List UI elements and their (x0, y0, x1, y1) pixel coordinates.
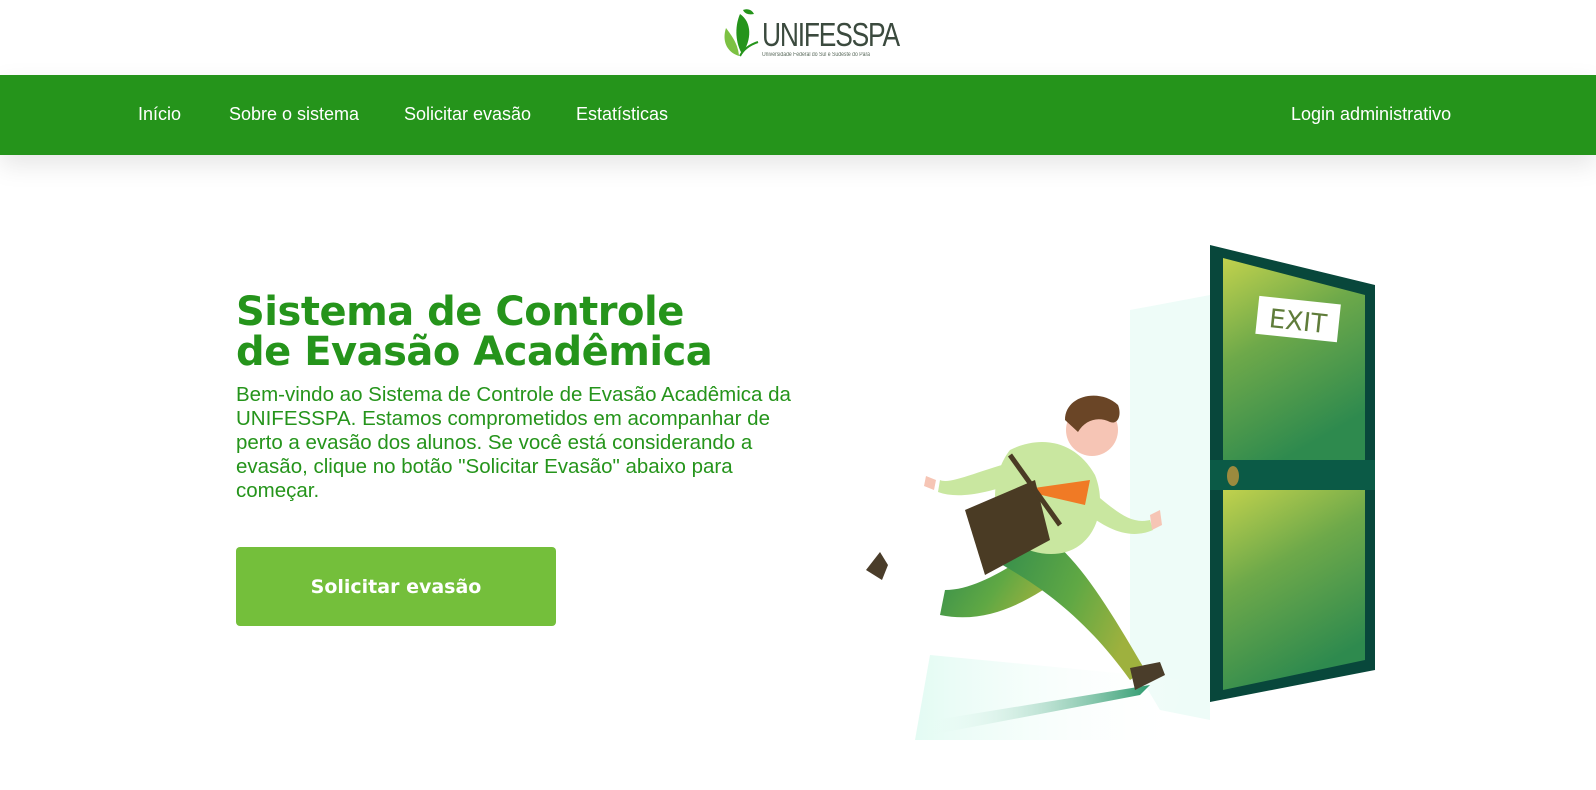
leaf-logo-icon (724, 9, 759, 57)
hero-description: Bem-vindo ao Sistema de Controle de Evas… (236, 383, 791, 502)
solicitar-evasao-button[interactable]: Solicitar evasão (236, 547, 556, 626)
nav-solicitar-evasao[interactable]: Solicitar evasão (404, 104, 531, 125)
unifesspa-logo[interactable]: UNIFESSPA Universidade Federal do Sul e … (718, 6, 900, 66)
nav-sobre-o-sistema[interactable]: Sobre o sistema (229, 104, 359, 125)
exit-sign-text: EXIT (1267, 304, 1328, 340)
page-title: Sistema de Controle de Evasão Acadêmica (236, 289, 713, 375)
nav-inicio[interactable]: Início (138, 104, 181, 125)
page-title-line-2: de Evasão Acadêmica (236, 329, 713, 375)
nav-estatisticas[interactable]: Estatísticas (576, 104, 668, 125)
page-title-line-1: Sistema de Controle (236, 289, 684, 335)
main-navbar: Início Sobre o sistema Solicitar evasão … (0, 75, 1596, 155)
site-header: UNIFESSPA Universidade Federal do Sul e … (0, 0, 1596, 75)
logo-subtitle: Universidade Federal do Sul e Sudeste do… (762, 52, 871, 58)
nav-login-administrativo[interactable]: Login administrativo (1291, 104, 1451, 125)
logo-wordmark: UNIFESSPA (762, 16, 900, 53)
person-running-exit-illustration: EXIT (866, 245, 1375, 740)
